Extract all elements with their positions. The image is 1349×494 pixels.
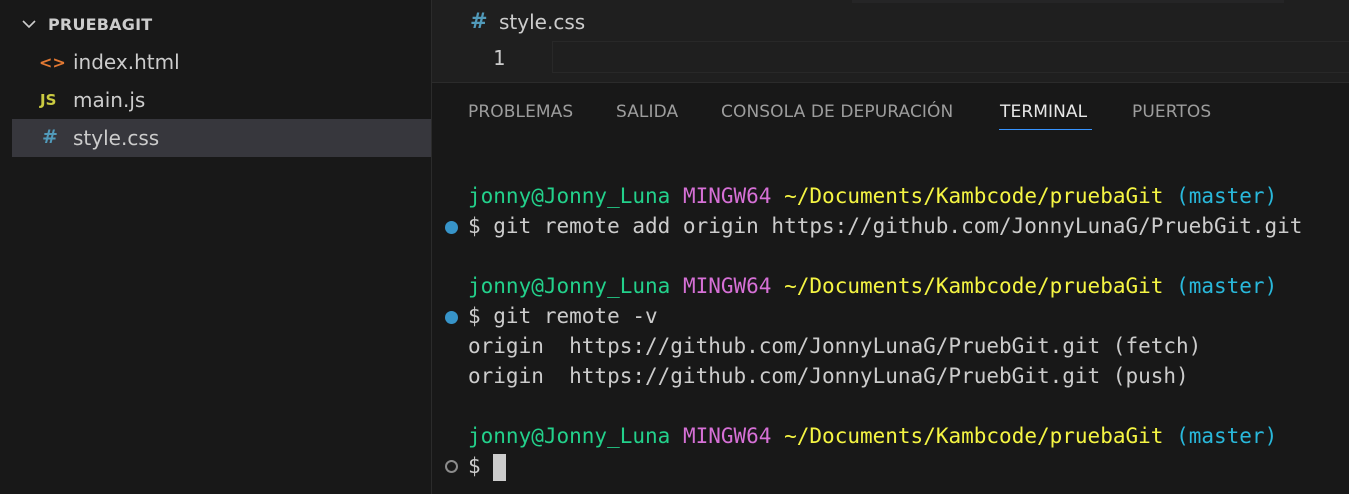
folder-header[interactable]: PRUEBAGIT (0, 8, 431, 40)
prompt-path: ~/Documents/Kambcode/pruebaGit (784, 274, 1164, 298)
terminal-command: $ (468, 454, 494, 478)
command-success-marker[interactable] (445, 221, 458, 234)
js-file-icon: JS (40, 91, 57, 109)
command-success-marker[interactable] (445, 311, 458, 324)
terminal-output-line: origin https://github.com/JonnyLunaG/Pru… (468, 364, 1189, 388)
prompt-system: MINGW64 (682, 274, 772, 298)
explorer-sidebar: PRUEBAGIT <> index.html JS main.js # sty… (0, 0, 432, 494)
terminal-prompt: jonny@Jonny_Luna MINGW64 ~/Documents/Kam… (468, 271, 1277, 301)
prompt-system: MINGW64 (682, 424, 772, 448)
prompt-branch: (master) (1176, 184, 1278, 208)
line-number: 1 (493, 46, 506, 70)
terminal-command: $ git remote add origin https://github.c… (468, 214, 1303, 238)
prompt-path: ~/Documents/Kambcode/pruebaGit (784, 184, 1164, 208)
file-item-index-html[interactable]: <> index.html (12, 43, 431, 81)
chevron-down-icon (22, 20, 36, 29)
editor-breadcrumb-filename[interactable]: style.css (499, 10, 585, 34)
prompt-path: ~/Documents/Kambcode/pruebaGit (784, 424, 1164, 448)
prompt-user: jonny@Jonny_Luna (468, 424, 671, 448)
file-item-main-js[interactable]: JS main.js (12, 81, 431, 119)
html-file-icon: <> (39, 53, 66, 72)
file-label: style.css (73, 126, 160, 150)
css-file-icon: # (470, 9, 488, 33)
terminal-prompt: jonny@Jonny_Luna MINGW64 ~/Documents/Kam… (468, 181, 1277, 211)
terminal-output[interactable]: jonny@Jonny_Luna MINGW64 ~/Documents/Kam… (432, 83, 1349, 494)
tab-strip-divider (852, 0, 1284, 3)
bottom-panel: PROBLEMAS SALIDA CONSOLA DE DEPURACIÓN T… (432, 83, 1349, 494)
prompt-user: jonny@Jonny_Luna (468, 184, 671, 208)
file-label: main.js (73, 88, 146, 112)
terminal-prompt: jonny@Jonny_Luna MINGW64 ~/Documents/Kam… (468, 421, 1277, 451)
terminal-command: $ git remote -v (468, 304, 658, 328)
file-label: index.html (73, 50, 180, 74)
prompt-user: jonny@Jonny_Luna (468, 274, 671, 298)
terminal-input-line[interactable]: $ (468, 451, 507, 481)
terminal-output-line: origin https://github.com/JonnyLunaG/Pru… (468, 334, 1202, 358)
terminal-cursor (493, 453, 507, 481)
prompt-system: MINGW64 (682, 184, 772, 208)
css-file-icon: # (42, 126, 58, 148)
file-item-style-css[interactable]: # style.css (12, 119, 431, 157)
editor-area: # style.css 1 (432, 0, 1349, 83)
folder-name: PRUEBAGIT (48, 15, 153, 34)
prompt-branch: (master) (1176, 274, 1278, 298)
editor-current-line[interactable] (552, 41, 1349, 73)
prompt-branch: (master) (1176, 424, 1278, 448)
command-pending-marker[interactable] (445, 460, 458, 473)
